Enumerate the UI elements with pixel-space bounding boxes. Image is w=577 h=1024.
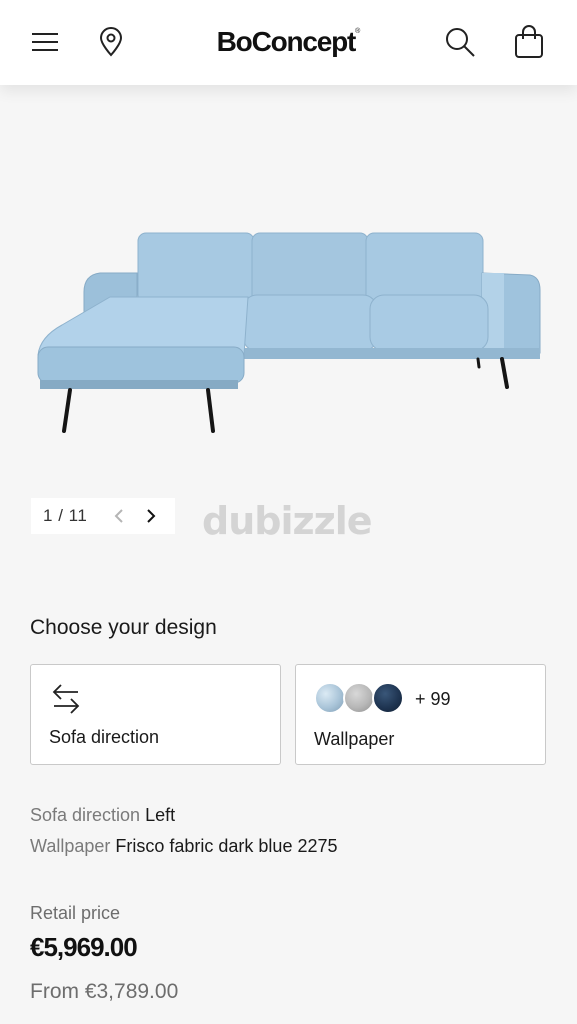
sofa-illustration: [37, 232, 541, 433]
spec-value: Frisco fabric dark blue 2275: [115, 836, 338, 856]
brand-mark: ®: [355, 28, 361, 35]
shopping-bag-icon[interactable]: [509, 22, 549, 62]
spec-key: Wallpaper: [30, 836, 111, 856]
current-image-index: 1: [43, 506, 53, 525]
dubizzle-watermark: dubizzle: [202, 499, 373, 543]
counter-separator: /: [58, 506, 64, 525]
chevron-left-icon[interactable]: [109, 506, 129, 526]
search-icon[interactable]: [440, 22, 480, 62]
retail-price: €5,969.00: [30, 932, 138, 962]
sofa-direction-label: Sofa direction: [49, 727, 160, 747]
design-section-title: Choose your design: [30, 616, 217, 639]
wallpaper-card[interactable]: + 99 Wallpaper: [295, 664, 546, 765]
brand-name: BoConcept: [216, 26, 357, 57]
brand-logo[interactable]: BoConcept®: [0, 26, 577, 58]
total-image-count: 11: [68, 506, 88, 525]
chevron-right-icon[interactable]: [141, 506, 161, 526]
spec-value: Left: [145, 805, 176, 825]
product-image[interactable]: [0, 85, 577, 485]
sofa-direction-card[interactable]: Sofa direction: [30, 664, 281, 765]
swap-arrows-icon: [51, 683, 81, 720]
top-header: BoConcept®: [0, 0, 577, 85]
image-pager: 1 / 11: [31, 498, 175, 534]
fabric-swatch-grey: [343, 682, 375, 714]
fabric-swatch-dark-blue: [372, 682, 404, 714]
retail-price-label: Retail price: [30, 903, 121, 923]
fabric-swatch-light-blue: [314, 682, 346, 714]
spec-key: Sofa direction: [30, 805, 141, 825]
from-price: From €3,789.00: [30, 980, 179, 1003]
more-swatches-count: + 99: [415, 689, 451, 709]
wallpaper-label: Wallpaper: [314, 729, 395, 749]
image-counter: 1 / 11: [43, 506, 87, 526]
sofa-direction-spec: Sofa direction Left: [30, 805, 175, 826]
wallpaper-spec: Wallpaper Frisco fabric dark blue 2275: [30, 836, 338, 857]
